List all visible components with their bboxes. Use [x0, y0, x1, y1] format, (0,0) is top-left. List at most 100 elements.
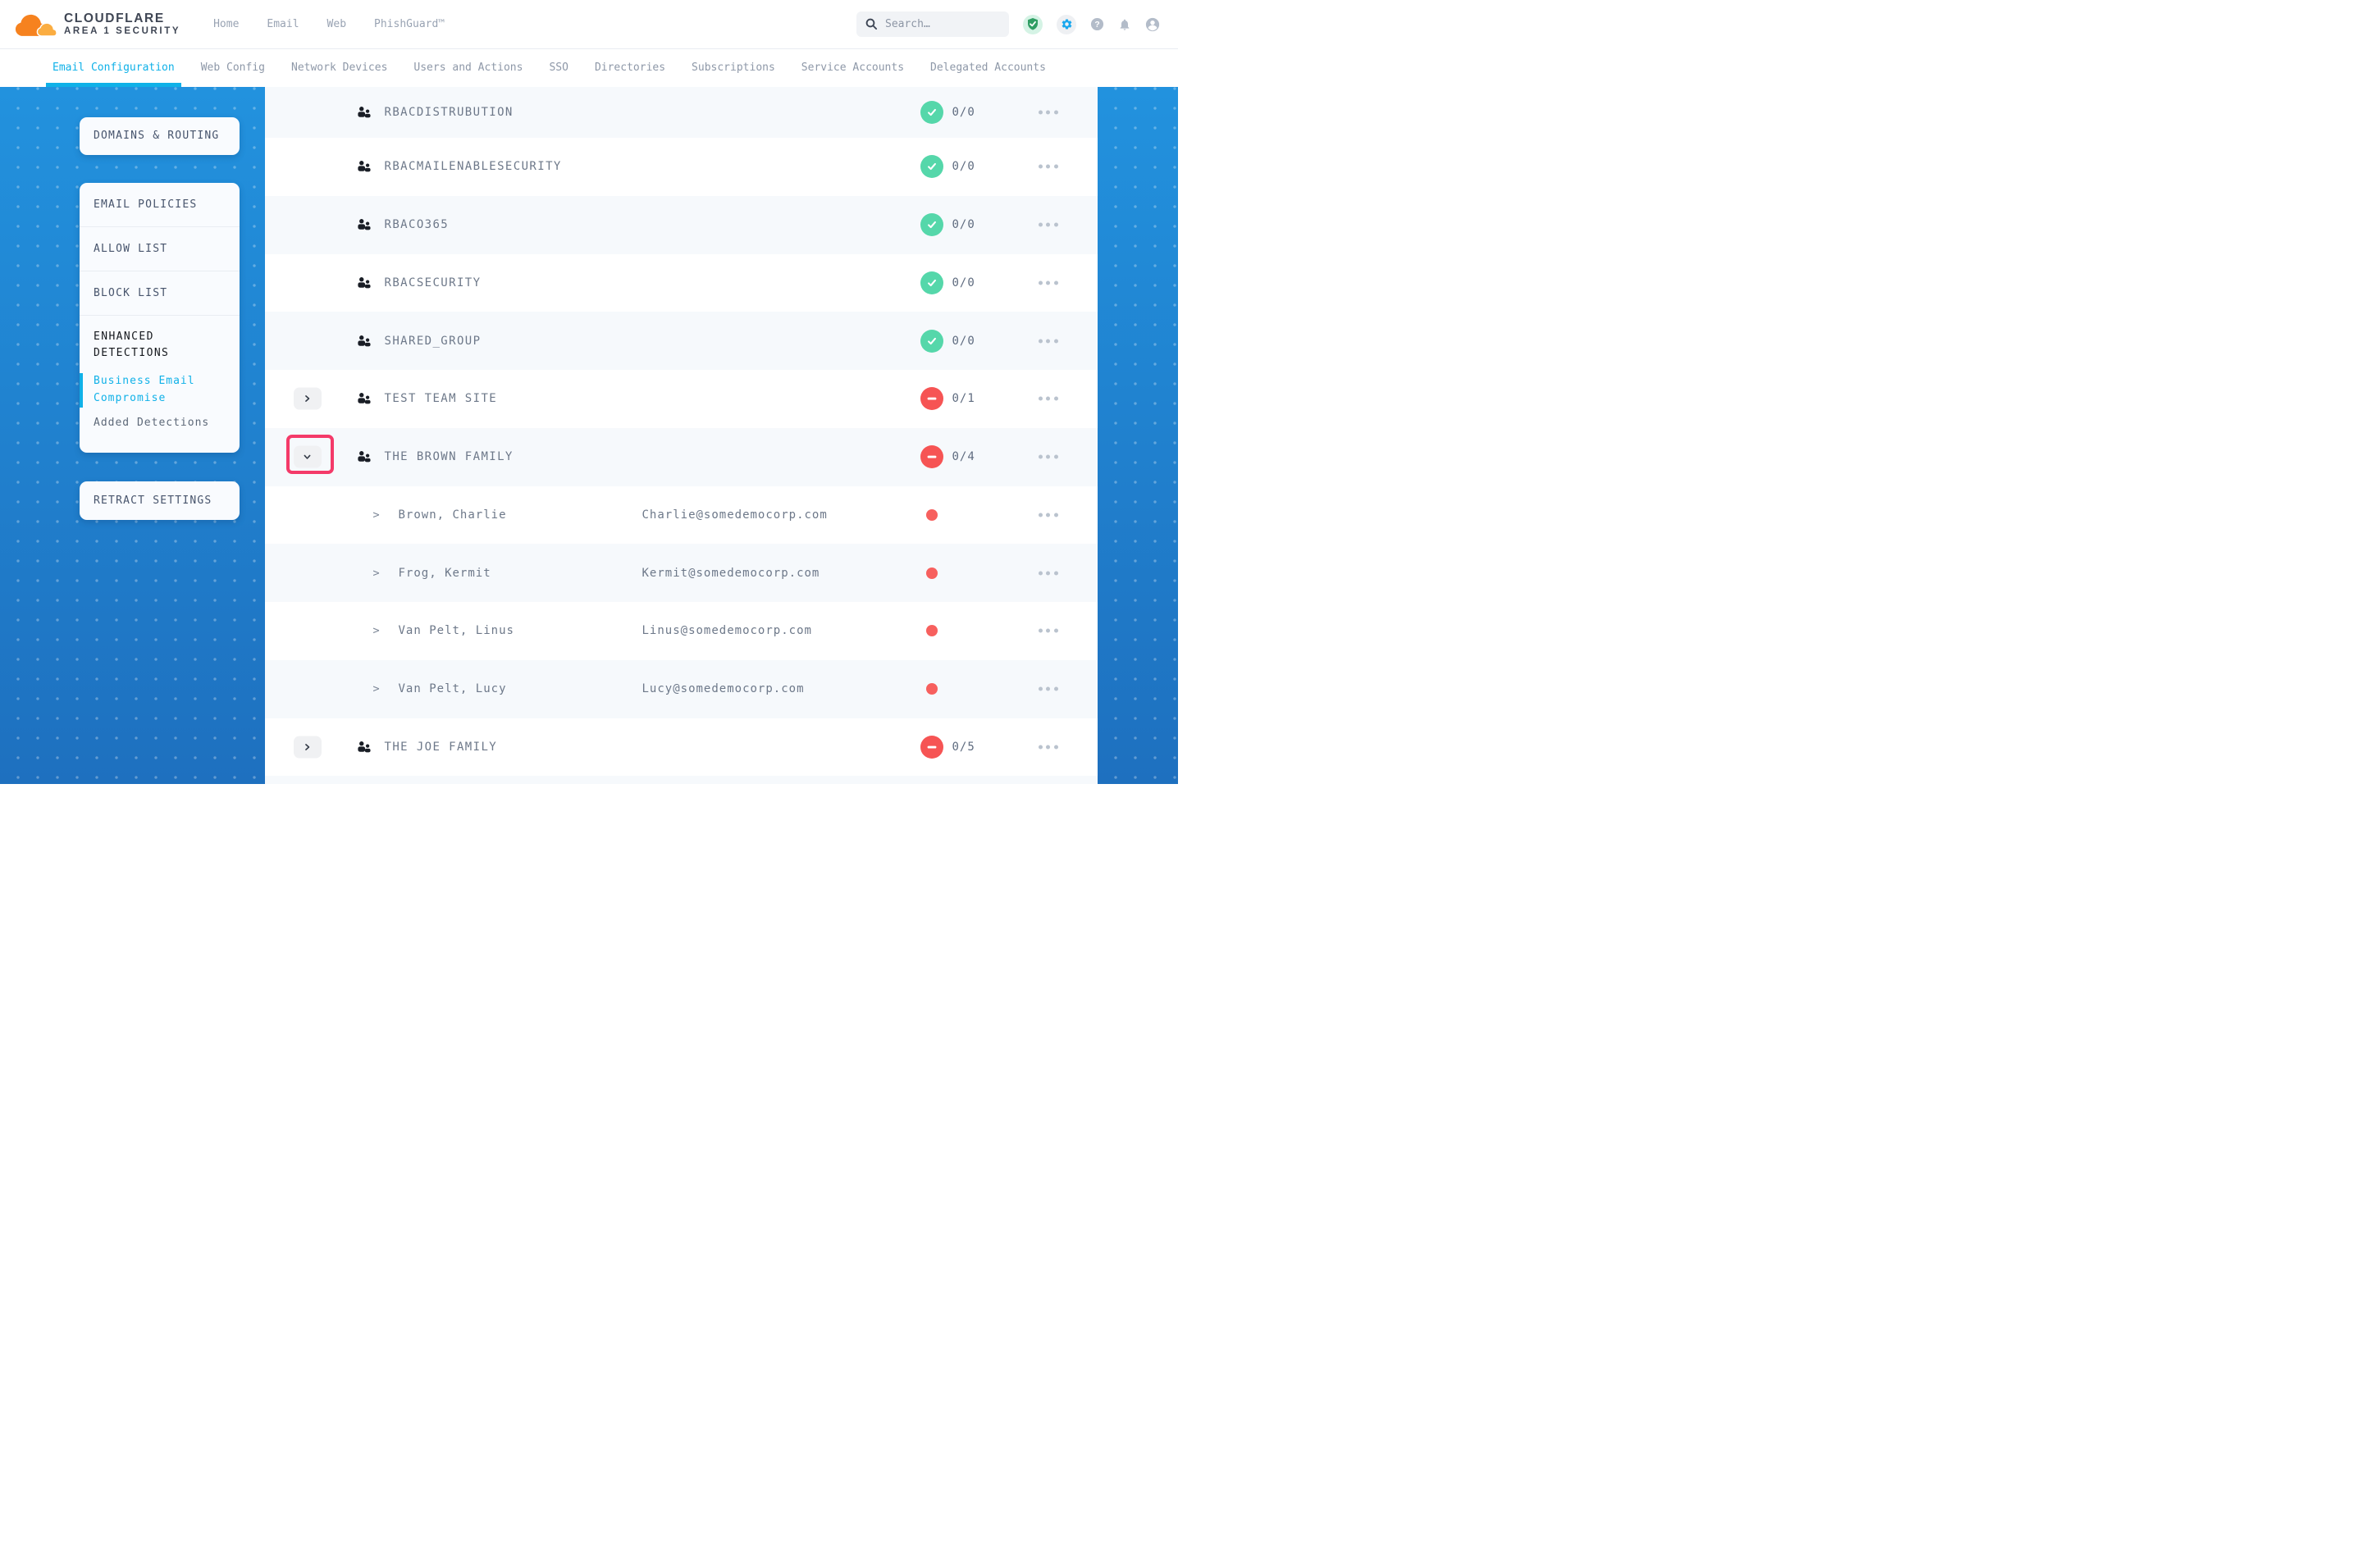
- nav-item-web[interactable]: Web: [327, 18, 346, 30]
- gear-icon[interactable]: [1057, 15, 1076, 34]
- status-blocked-badge: [920, 736, 943, 759]
- tab-web-config[interactable]: Web Config: [201, 49, 265, 87]
- status-dot: [926, 683, 938, 695]
- sidebar-item-allow-list[interactable]: ALLOW LIST: [80, 227, 240, 271]
- member-email: Lucy@somedemocorp.com: [642, 682, 805, 695]
- row-actions-menu-button[interactable]: [1039, 513, 1058, 517]
- row-actions-menu-button[interactable]: [1039, 687, 1058, 691]
- shield-check-icon[interactable]: [1023, 15, 1043, 34]
- nav-item-email[interactable]: Email: [267, 18, 299, 30]
- tab-delegated-accounts[interactable]: Delegated Accounts: [930, 49, 1046, 87]
- top-bar: CLOUDFLARE AREA 1 SECURITY Home Email Web P…: [0, 0, 1178, 49]
- table-row-group: RBACDISTRUBUTION0/0: [265, 87, 1098, 139]
- sidebar-section-enhanced-detections: ENHANCED DETECTIONS Business Email Compr…: [80, 316, 240, 442]
- member-count: 0/0: [952, 335, 975, 348]
- row-actions-menu-button[interactable]: [1039, 745, 1058, 749]
- status-ok-badge: [920, 330, 943, 353]
- row-actions-menu-button[interactable]: [1039, 397, 1058, 401]
- sidebar-item-added-detections[interactable]: Added Detections: [94, 417, 226, 429]
- directory-group-list: RBACDISTRUBUTION0/0RBACMAILENABLESECURIT…: [265, 87, 1098, 785]
- row-actions-menu-button[interactable]: [1039, 629, 1058, 633]
- search-input[interactable]: [885, 18, 1000, 30]
- row-actions-menu-button[interactable]: [1039, 571, 1058, 575]
- sidebar-item-enhanced-detections[interactable]: ENHANCED DETECTIONS: [94, 329, 226, 363]
- tab-directories[interactable]: Directories: [595, 49, 665, 87]
- search-icon: [865, 18, 878, 30]
- settings-tab-bar: Email Configuration Web Config Network Dev…: [0, 49, 1178, 87]
- sidebar-item-email-policies[interactable]: EMAIL POLICIES: [80, 183, 240, 227]
- expand-group-button[interactable]: [294, 736, 322, 758]
- status-dot: [926, 625, 938, 636]
- bell-icon[interactable]: [1118, 18, 1131, 31]
- group-people-icon: [356, 106, 372, 119]
- group-name: RBACSECURITY: [385, 276, 482, 289]
- tab-users-and-actions[interactable]: Users and Actions: [413, 49, 523, 87]
- sidebar-label: BLOCK LIST: [94, 287, 167, 299]
- member-chevron-icon[interactable]: >: [373, 508, 380, 522]
- sidebar-item-retract-settings[interactable]: RETRACT SETTINGS: [80, 481, 240, 520]
- table-row-member: >Brown, CharlieCharlie@somedemocorp.com: [265, 486, 1098, 545]
- tab-email-configuration[interactable]: Email Configuration: [53, 49, 175, 87]
- group-name: TEST TEAM SITE: [385, 392, 498, 405]
- collapse-group-button[interactable]: [294, 446, 322, 468]
- member-chevron-icon[interactable]: >: [373, 567, 380, 580]
- status-ok-badge: [920, 101, 943, 124]
- sidebar-item-business-email-compromise[interactable]: Business Email Compromise: [80, 373, 226, 408]
- member-email: Linus@somedemocorp.com: [642, 624, 812, 637]
- row-actions-menu-button[interactable]: [1039, 339, 1058, 343]
- tab-subscriptions[interactable]: Subscriptions: [692, 49, 775, 87]
- group-people-icon: [356, 276, 372, 289]
- nav-item-phishguard[interactable]: PhishGuard™: [374, 18, 445, 30]
- group-name: RBACO365: [385, 218, 450, 231]
- chevron-right-icon: [303, 742, 312, 751]
- tab-sso[interactable]: SSO: [549, 49, 568, 87]
- member-count: 0/0: [952, 160, 975, 173]
- search-box[interactable]: [856, 11, 1009, 37]
- user-icon[interactable]: [1145, 17, 1160, 32]
- member-name: Van Pelt, Lucy: [399, 682, 507, 695]
- expand-group-button[interactable]: [294, 388, 322, 410]
- cloudflare-logo: CLOUDFLARE AREA 1 SECURITY: [15, 11, 180, 38]
- left-sidebar: DOMAINS & ROUTING EMAIL POLICIES ALLOW L…: [0, 87, 265, 785]
- table-row-group: RBACO365 0/0: [265, 196, 1098, 254]
- member-count: 0/5: [952, 741, 975, 754]
- member-chevron-icon[interactable]: >: [373, 682, 380, 695]
- status-blocked-badge: [920, 445, 943, 468]
- sidebar-item-domains-routing[interactable]: DOMAINS & ROUTING: [80, 117, 240, 155]
- table-row-group: RBACSECURITY0/0: [265, 254, 1098, 312]
- member-name: Van Pelt, Linus: [399, 624, 514, 637]
- member-email: Charlie@somedemocorp.com: [642, 508, 828, 522]
- sidebar-label: RETRACT SETTINGS: [94, 495, 212, 507]
- table-row-group: TEST TEAM SITE0/1: [265, 370, 1098, 428]
- row-actions-menu-button[interactable]: [1039, 455, 1058, 459]
- row-actions-menu-button[interactable]: [1039, 165, 1058, 169]
- status-ok-badge: [920, 155, 943, 178]
- chevron-down-icon: [303, 453, 312, 462]
- tab-network-devices[interactable]: Network Devices: [291, 49, 387, 87]
- status-dot: [926, 567, 938, 579]
- sidebar-card-email-policies: EMAIL POLICIES ALLOW LIST BLOCK LIST ENH…: [80, 183, 240, 453]
- group-name: THE JOE FAMILY: [385, 741, 498, 754]
- row-actions-menu-button[interactable]: [1039, 110, 1058, 114]
- help-icon[interactable]: ?: [1090, 17, 1104, 31]
- member-chevron-icon[interactable]: >: [373, 624, 380, 637]
- chevron-right-icon: [303, 394, 312, 403]
- sidebar-label: EMAIL POLICIES: [94, 198, 197, 211]
- brand-subtitle: AREA 1 SECURITY: [64, 26, 180, 37]
- nav-item-home[interactable]: Home: [213, 18, 239, 30]
- sidebar-item-block-list[interactable]: BLOCK LIST: [80, 271, 240, 316]
- group-name: RBACMAILENABLESECURITY: [385, 160, 562, 173]
- member-name: Frog, Kermit: [399, 567, 491, 580]
- status-ok-badge: [920, 213, 943, 236]
- row-actions-menu-button[interactable]: [1039, 223, 1058, 227]
- row-actions-menu-button[interactable]: [1039, 280, 1058, 285]
- sidebar-label: DOMAINS & ROUTING: [94, 130, 219, 142]
- brand-name: CLOUDFLARE: [64, 11, 180, 26]
- table-row-member: >Frog, KermitKermit@somedemocorp.com: [265, 544, 1098, 602]
- tab-service-accounts[interactable]: Service Accounts: [801, 49, 904, 87]
- status-ok-badge: [920, 271, 943, 294]
- table-row-group: RBACMAILENABLESECURITY 0/0: [265, 138, 1098, 196]
- member-count: 0/0: [952, 218, 975, 231]
- topbar-actions: ?: [856, 11, 1160, 37]
- primary-nav: Home Email Web PhishGuard™: [213, 18, 445, 30]
